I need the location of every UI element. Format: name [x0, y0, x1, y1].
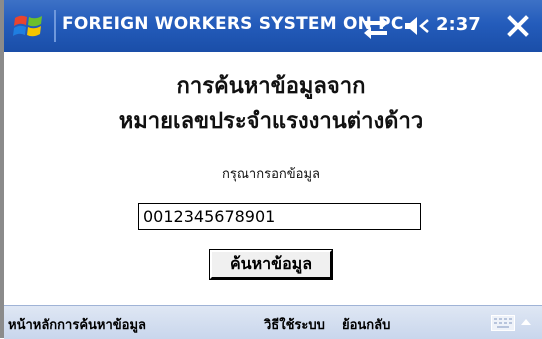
- page-title-line2: หมายเลขประจำแรงงานต่างด้าว: [118, 109, 424, 134]
- worker-id-input[interactable]: [138, 203, 421, 230]
- title-separator: [54, 10, 56, 42]
- connectivity-icon[interactable]: [361, 12, 391, 40]
- page-title-line1: การค้นหาข้อมูลจาก: [176, 74, 366, 99]
- keyboard-icon[interactable]: [491, 315, 515, 331]
- close-icon[interactable]: [504, 12, 532, 40]
- app-title: FOREIGN WORKERS SYSTEM ON PC: [62, 14, 404, 34]
- sip-up-arrow-icon[interactable]: [520, 317, 532, 327]
- bottom-menu-bar: หน้าหลักการค้นหาข้อมูล วิธีใช้ระบบ ย้อนก…: [4, 305, 542, 339]
- menu-item-home-search[interactable]: หน้าหลักการค้นหาข้อมูล: [8, 314, 146, 335]
- volume-icon[interactable]: [402, 12, 430, 40]
- menu-item-back[interactable]: ย้อนกลับ: [342, 314, 390, 335]
- input-prompt-label: กรุณากรอกข้อมูล: [222, 167, 320, 182]
- search-button[interactable]: ค้นหาข้อมูล: [210, 250, 332, 279]
- menu-item-help[interactable]: วิธีใช้ระบบ: [264, 314, 325, 335]
- windows-flag-icon[interactable]: [12, 9, 46, 43]
- clock[interactable]: 2:37: [436, 14, 481, 35]
- title-bar: FOREIGN WORKERS SYSTEM ON PC 2:37: [4, 0, 542, 52]
